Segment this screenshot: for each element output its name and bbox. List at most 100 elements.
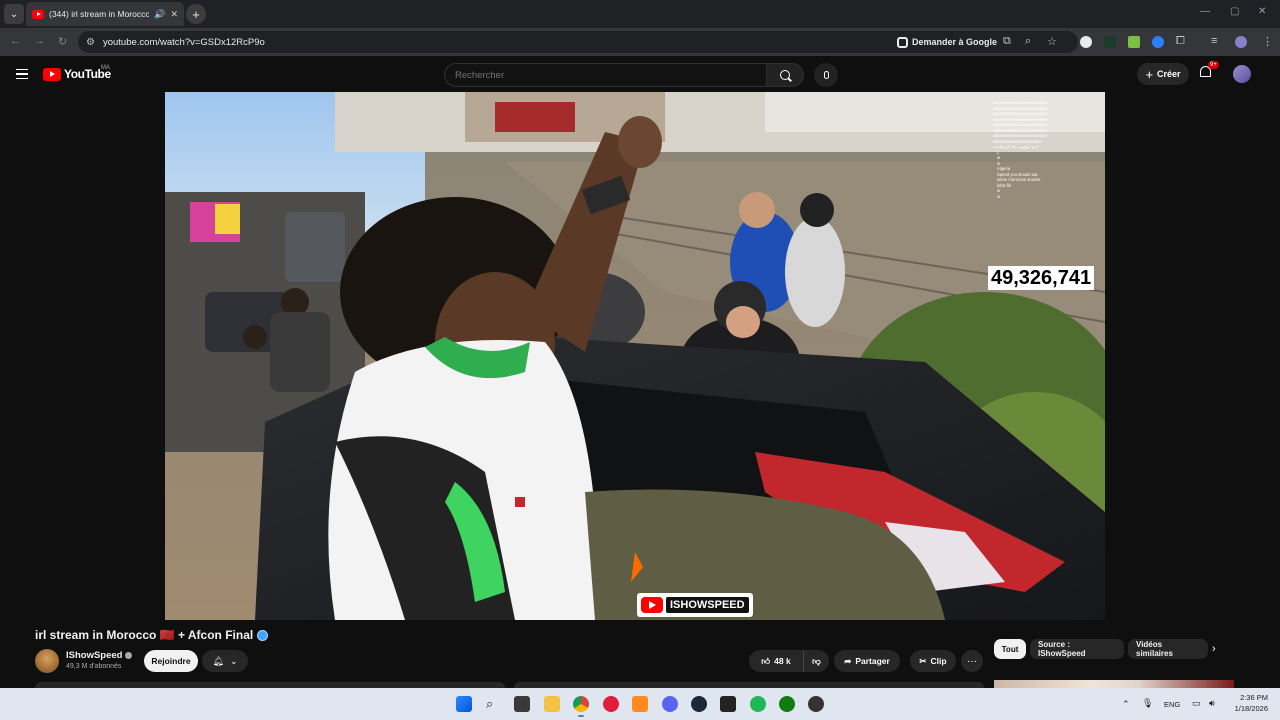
streamer-watermark: ISHOWSPEED bbox=[637, 593, 753, 617]
network-icon[interactable]: ▭ bbox=[1192, 698, 1201, 709]
tab-search-button[interactable]: ⌄ bbox=[4, 4, 24, 24]
extension-4-icon[interactable] bbox=[1152, 36, 1164, 48]
account-avatar[interactable] bbox=[1233, 65, 1251, 83]
lens-icon bbox=[897, 36, 908, 48]
xbox-icon[interactable] bbox=[779, 696, 795, 712]
tray-chevron-icon[interactable]: ⌃ bbox=[1122, 699, 1130, 710]
minimize-icon[interactable]: — bbox=[1200, 6, 1210, 17]
notification-badge: 9+ bbox=[1208, 61, 1219, 69]
chevron-right-icon[interactable]: › bbox=[1212, 643, 1216, 655]
site-info-icon[interactable]: ⚙ bbox=[86, 37, 95, 48]
ask-google-label: Demander à Google bbox=[912, 37, 998, 47]
profile-avatar-icon[interactable] bbox=[1235, 36, 1247, 48]
steam-icon[interactable] bbox=[691, 696, 707, 712]
zoom-icon[interactable]: ⌕ bbox=[1025, 35, 1031, 48]
search-button[interactable] bbox=[767, 63, 804, 87]
clock-date: 1/18/2026 bbox=[1234, 704, 1268, 713]
search-icon[interactable]: ⌕ bbox=[486, 696, 502, 712]
app-record-icon[interactable] bbox=[808, 696, 824, 712]
clock-time: 2:36 PM bbox=[1240, 693, 1268, 702]
chrome-icon[interactable] bbox=[573, 696, 589, 717]
youtube-favicon-icon bbox=[32, 9, 44, 19]
language-indicator[interactable]: ENG bbox=[1164, 700, 1180, 709]
extension-3-icon[interactable] bbox=[1128, 36, 1140, 48]
chat-message: w bbox=[997, 193, 1001, 199]
extensions-puzzle-icon[interactable]: ⧠ bbox=[1176, 35, 1185, 48]
volume-icon[interactable]: 🔊︎ bbox=[1209, 698, 1215, 709]
join-button[interactable]: Rejoindre bbox=[144, 650, 198, 672]
app-orange-icon[interactable] bbox=[632, 696, 648, 712]
like-button[interactable]: 👍︎ 48 k bbox=[749, 650, 804, 672]
forward-icon[interactable]: → bbox=[34, 35, 45, 47]
video-frame-illustration bbox=[165, 92, 1105, 620]
app-red-icon[interactable] bbox=[603, 696, 619, 712]
like-count: 48 k bbox=[774, 656, 791, 666]
live-chat-overlay: wwwwwwwwwwwwwwwwww wwwwwwwwwwwwwwwwww wwww… bbox=[993, 100, 1103, 199]
more-actions-button[interactable]: ··· bbox=[961, 650, 983, 672]
new-tab-button[interactable]: + bbox=[186, 4, 206, 24]
recommended-video-thumbnail[interactable] bbox=[994, 680, 1234, 688]
globe-icon bbox=[257, 629, 269, 641]
video-player[interactable]: wwwwwwwwwwwwwwwwww wwwwwwwwwwwwwwwwww wwww… bbox=[165, 92, 1105, 620]
tab-title: (344) irl stream in Morocco bbox=[49, 9, 150, 19]
voice-search-button[interactable] bbox=[814, 63, 838, 87]
chip-source[interactable]: Source : IShowSpeed bbox=[1030, 639, 1124, 659]
browser-tab[interactable]: (344) irl stream in Morocco 🔊 ✕ bbox=[26, 2, 184, 26]
channel-name-text: IShowSpeed bbox=[66, 650, 123, 661]
chip-similar[interactable]: Vidéos similaires bbox=[1128, 639, 1208, 659]
tray-mic-icon[interactable]: 🎙︎ bbox=[1142, 698, 1153, 709]
notifications-button[interactable]: 9+ bbox=[1200, 61, 1219, 82]
share-button[interactable]: ➦ Partager bbox=[834, 650, 900, 672]
spotify-icon[interactable] bbox=[750, 696, 766, 712]
system-clock[interactable]: 2:36 PM 1/18/2026 bbox=[1228, 692, 1268, 714]
country-code: MA bbox=[101, 65, 110, 71]
search-input[interactable] bbox=[444, 63, 767, 87]
install-app-icon[interactable]: ⧉ bbox=[1003, 35, 1011, 48]
create-button[interactable]: + Créer bbox=[1137, 63, 1189, 85]
video-title: irl stream in Morocco 🇲🇦 + Afcon Final bbox=[35, 628, 269, 642]
ask-google-button[interactable]: Demander à Google bbox=[891, 33, 1004, 51]
dislike-button[interactable]: 👎︎ bbox=[804, 656, 829, 667]
viewer-count: 49,326,741 bbox=[988, 266, 1095, 290]
maximize-icon[interactable]: ▢ bbox=[1230, 6, 1239, 17]
bookmark-star-icon[interactable]: ☆ bbox=[1047, 35, 1057, 48]
video-title-text: irl stream in Morocco 🇲🇦 + Afcon Final bbox=[35, 628, 254, 642]
extension-1-icon[interactable] bbox=[1080, 36, 1092, 48]
plus-icon: + bbox=[1145, 66, 1154, 82]
file-explorer-icon[interactable] bbox=[544, 696, 560, 712]
browser-toolbar: ← → ↻ ⚙ youtube.com/watch?v=GSDx12RcP9o … bbox=[0, 28, 1280, 56]
start-windows-icon[interactable] bbox=[456, 696, 472, 712]
clip-button[interactable]: ✂ Clip bbox=[910, 650, 956, 672]
youtube-play-icon bbox=[641, 597, 663, 613]
clip-label: Clip bbox=[930, 656, 947, 666]
url-text: youtube.com/watch?v=GSDx12RcP9o bbox=[102, 36, 265, 48]
reload-icon[interactable]: ↻ bbox=[58, 35, 67, 48]
app-dark-icon[interactable] bbox=[720, 696, 736, 712]
chevron-down-icon: ⌄ bbox=[229, 655, 238, 666]
channel-name[interactable]: IShowSpeed bbox=[66, 650, 133, 661]
search-icon bbox=[780, 70, 790, 80]
verified-check-icon bbox=[125, 652, 133, 659]
chip-all[interactable]: Tout bbox=[994, 639, 1026, 659]
subscription-bell-button[interactable]: 🔔︎ ⌄ bbox=[202, 650, 248, 672]
tab-close-icon[interactable]: ✕ bbox=[170, 9, 178, 20]
like-dislike-group: 👍︎ 48 k 👎︎ bbox=[749, 650, 829, 672]
browser-menu-icon[interactable]: ⋮ bbox=[1262, 35, 1273, 48]
channel-avatar[interactable] bbox=[35, 649, 59, 673]
share-label: Partager bbox=[855, 656, 890, 666]
reading-list-icon[interactable]: ≡ bbox=[1211, 35, 1217, 47]
subscriber-count: 49,3 M d'abonnés bbox=[66, 663, 122, 670]
windows-taskbar: ⌕ ⌃ 🎙︎ ENG ▭ 🔊︎ bbox=[0, 688, 1280, 720]
discord-icon[interactable] bbox=[662, 696, 678, 712]
speaker-icon[interactable]: 🔊 bbox=[154, 9, 165, 20]
thumbs-down-icon: 👎︎ bbox=[812, 655, 821, 666]
share-arrow-icon: ➦ bbox=[844, 655, 852, 666]
task-view-icon[interactable] bbox=[514, 696, 530, 712]
scissors-icon: ✂ bbox=[919, 655, 927, 666]
back-icon[interactable]: ← bbox=[10, 35, 21, 47]
youtube-masthead: YouTube MA + Créer 9+ bbox=[0, 56, 1280, 92]
bell-icon: 🔔︎ bbox=[212, 655, 224, 666]
guide-menu-icon[interactable] bbox=[16, 69, 28, 79]
extension-2-icon[interactable] bbox=[1104, 36, 1116, 48]
close-window-icon[interactable]: ✕ bbox=[1258, 6, 1266, 17]
